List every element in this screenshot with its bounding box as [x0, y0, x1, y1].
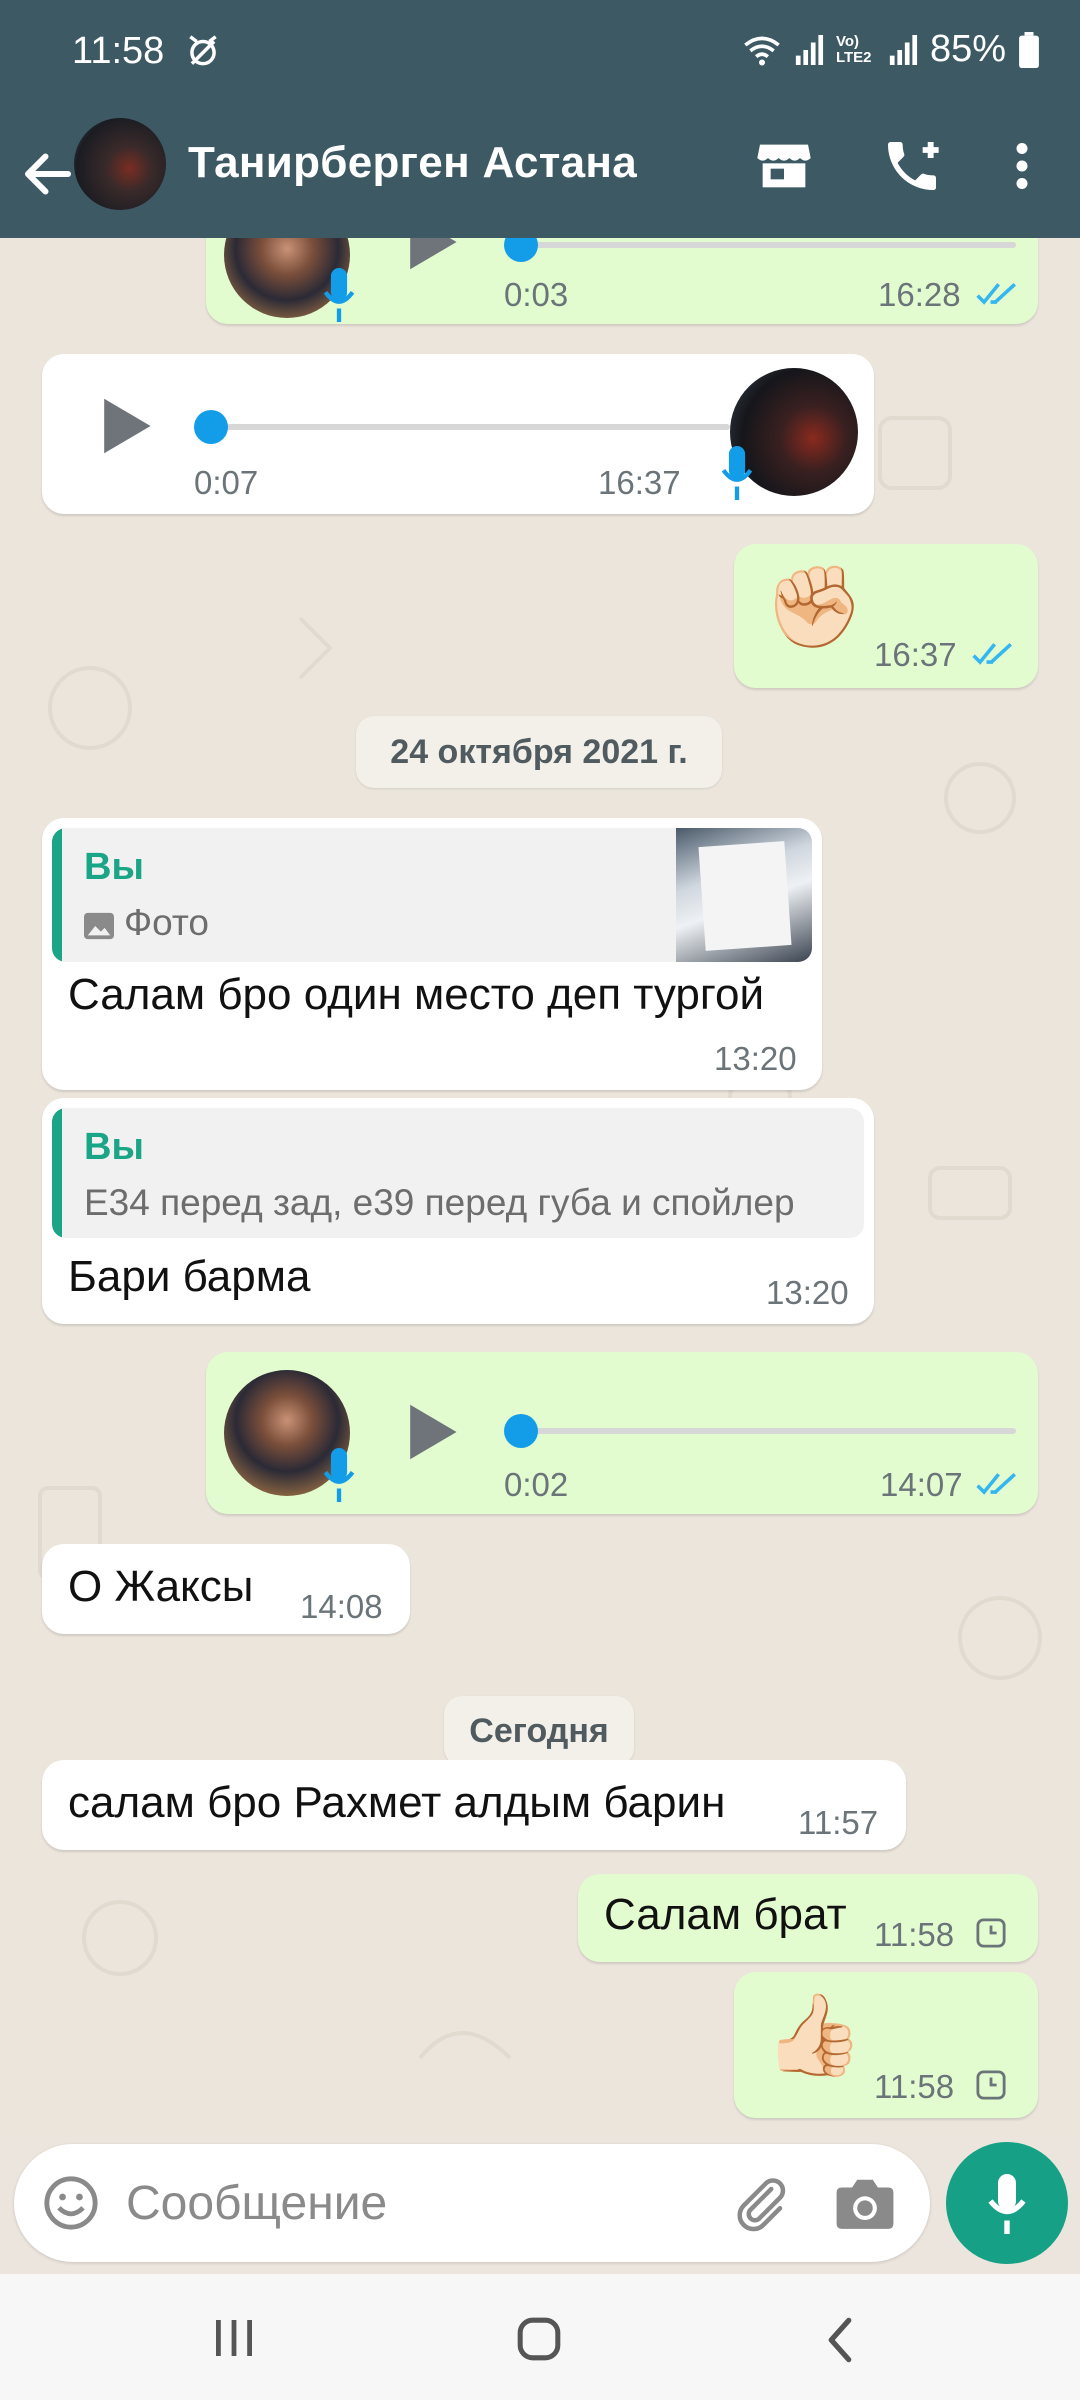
- store-icon[interactable]: [752, 134, 816, 198]
- message-time: 14:07: [880, 1466, 963, 1503]
- quoted-message[interactable]: Вы Фото: [52, 828, 812, 962]
- audio-seek-handle[interactable]: [504, 1414, 538, 1448]
- mic-icon: [721, 446, 753, 500]
- mic-icon: [323, 268, 355, 322]
- quoted-message[interactable]: Вы E34 перед зад, е39 перед губа и спойл…: [52, 1108, 864, 1238]
- message-text: Салам брат: [604, 1890, 847, 1939]
- message-time: 11:58: [874, 2068, 955, 2105]
- message-time: 13:20: [766, 1274, 849, 1311]
- play-icon[interactable]: [404, 238, 460, 272]
- voice-record-button[interactable]: [946, 2142, 1068, 2264]
- audio-duration: 0:07: [194, 464, 259, 501]
- emoji-icon[interactable]: [42, 2174, 100, 2232]
- more-vert-icon[interactable]: [992, 134, 1052, 198]
- recent-apps-icon[interactable]: [212, 2318, 256, 2358]
- date-separator: 24 октября 2021 г.: [356, 716, 722, 788]
- battery-icon: [1019, 31, 1039, 68]
- signal-icon: [795, 34, 823, 65]
- add-call-icon[interactable]: [880, 134, 944, 198]
- text-message-incoming: салам бро Рахмет алдым барин 11:57: [42, 1760, 906, 1850]
- status-bar: 11:58 Vo) LTE2 85%: [0, 0, 1080, 110]
- home-icon[interactable]: [516, 2316, 562, 2362]
- audio-seek-handle[interactable]: [194, 410, 228, 444]
- message-time: 14:08: [300, 1588, 383, 1625]
- attach-icon[interactable]: [730, 2174, 790, 2234]
- emoji-content: ✊🏻: [764, 562, 864, 651]
- network-label: Vo) LTE2: [835, 32, 872, 66]
- system-icons: Vo) LTE2 85%: [742, 28, 1040, 71]
- message-text: О Жаксы: [68, 1562, 254, 1611]
- play-icon[interactable]: [404, 1402, 460, 1462]
- message-input[interactable]: Сообщение: [126, 2176, 387, 2231]
- emoji-message-outgoing: 👍🏻 11:58: [734, 1972, 1038, 2118]
- message-time: 16:28: [878, 276, 961, 313]
- contact-name[interactable]: Танирберген Астана: [188, 138, 637, 188]
- chat-header: Танирберген Астана: [0, 110, 1080, 238]
- read-ticks-icon: [976, 282, 1016, 305]
- audio-progress-track[interactable]: [516, 1428, 1016, 1434]
- audio-duration: 0:03: [504, 276, 569, 313]
- pending-clock-icon: [976, 1918, 1006, 1948]
- quote-text: E34 перед зад, е39 перед губа и спойлер: [84, 1182, 795, 1223]
- wifi-icon: [744, 36, 780, 65]
- quoted-photo-thumbnail: [676, 828, 812, 962]
- back-arrow-icon[interactable]: [18, 144, 78, 204]
- message-composer: Сообщение: [14, 2144, 930, 2262]
- pending-clock-icon: [976, 2070, 1006, 2100]
- text-message-outgoing: Салам брат 11:58: [578, 1874, 1038, 1962]
- alarm-off-icon: [189, 35, 217, 66]
- quote-author: Вы: [84, 1126, 144, 1168]
- read-ticks-icon: [976, 1472, 1016, 1495]
- date-separator: Сегодня: [444, 1696, 634, 1766]
- status-time: 11:58: [72, 30, 165, 72]
- audio-progress-track[interactable]: [516, 242, 1016, 248]
- camera-icon[interactable]: [834, 2174, 896, 2232]
- message-time: 13:20: [714, 1040, 797, 1077]
- audio-seek-handle[interactable]: [504, 238, 538, 262]
- message-time: 16:37: [598, 464, 681, 501]
- message-time: 11:58: [874, 1916, 955, 1953]
- reply-message-incoming: Вы E34 перед зад, е39 перед губа и спойл…: [42, 1098, 874, 1324]
- quote-accent-bar: [52, 828, 62, 962]
- message-text: салам бро Рахмет алдым барин: [68, 1778, 726, 1827]
- contact-avatar[interactable]: [74, 118, 166, 210]
- text-message-incoming: О Жаксы 14:08: [42, 1544, 410, 1634]
- system-nav-bar: [0, 2274, 1080, 2400]
- mic-icon: [323, 1448, 355, 1502]
- emoji-content: 👍🏻: [764, 1990, 864, 2079]
- message-text: Салам бро один место деп тургой: [68, 970, 765, 1019]
- photo-icon: [84, 912, 114, 940]
- emoji-message-outgoing: ✊🏻 16:37: [734, 544, 1038, 688]
- message-text: Бари барма: [68, 1252, 311, 1301]
- chat-area[interactable]: 0:03 16:28 0:07 16:37 ✊🏻 16:37 24 октябр…: [0, 238, 1080, 2138]
- reply-message-incoming: Вы Фото Салам бро один место деп тургой …: [42, 818, 822, 1090]
- quote-accent-bar: [52, 1108, 62, 1238]
- quote-text: Фото: [124, 902, 210, 943]
- audio-duration: 0:02: [504, 1466, 569, 1503]
- voice-message-outgoing: 0:03 16:28: [206, 238, 1038, 324]
- message-time: 11:57: [798, 1804, 879, 1841]
- read-ticks-icon: [972, 642, 1012, 665]
- message-time: 16:37: [874, 636, 957, 673]
- quote-author: Вы: [84, 846, 144, 888]
- audio-progress-track[interactable]: [210, 424, 730, 430]
- back-nav-icon[interactable]: [822, 2316, 858, 2364]
- signal-icon: [889, 34, 917, 65]
- battery-percent: 85%: [929, 28, 1006, 70]
- mic-icon: [988, 2174, 1026, 2234]
- voice-message-incoming: 0:07 16:37: [42, 354, 874, 514]
- voice-message-outgoing: 0:02 14:07: [206, 1352, 1038, 1514]
- play-icon[interactable]: [98, 396, 154, 456]
